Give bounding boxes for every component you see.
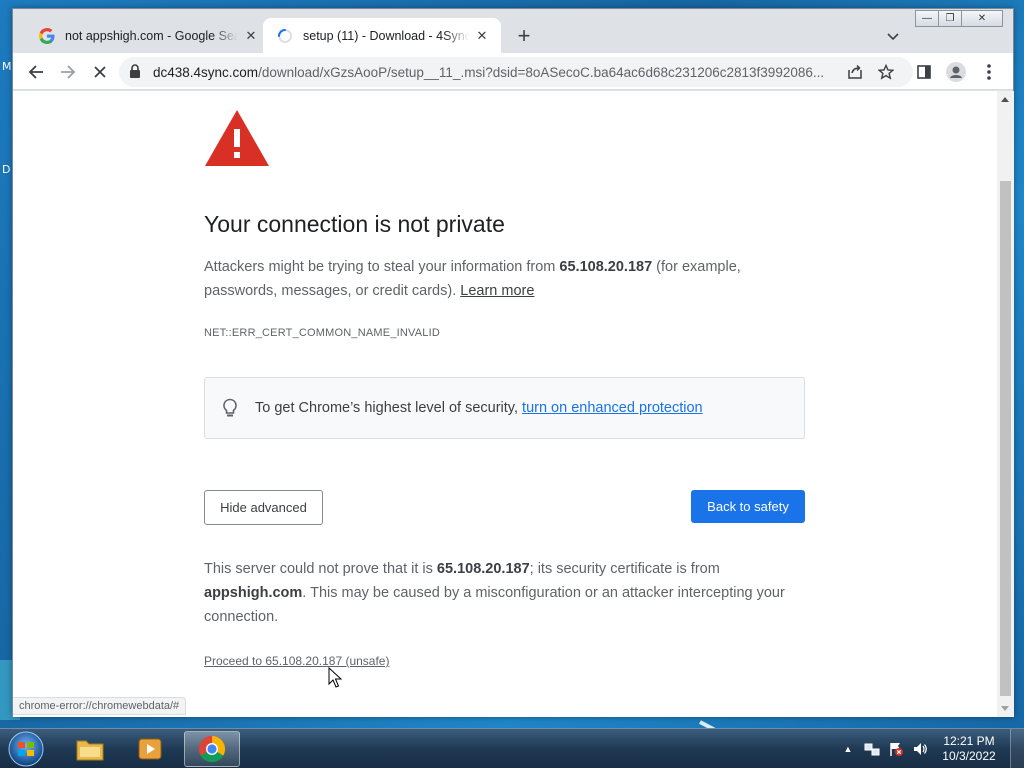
back-arrow-icon[interactable]: [23, 59, 49, 85]
bookmark-star-icon[interactable]: [876, 62, 896, 82]
show-hidden-icons-arrow[interactable]: ▲: [838, 739, 858, 759]
tab-close-icon[interactable]: ✕: [242, 27, 260, 45]
system-clock[interactable]: 12:21 PM 10/3/2022: [932, 734, 1006, 764]
page-title: Your connection is not private: [204, 211, 505, 237]
taskbar-media-player[interactable]: [122, 731, 178, 767]
intro-text: Attackers might be trying to steal your …: [204, 259, 560, 275]
lock-icon[interactable]: [129, 64, 143, 80]
vertical-scrollbar[interactable]: [997, 91, 1014, 717]
url-text: dc438.4sync.com/download/xGzsAooP/setup_…: [153, 65, 833, 80]
details-text: ; its security certificate is from: [529, 561, 720, 577]
scroll-up-arrow-icon[interactable]: [1001, 97, 1009, 102]
tab-title: setup (11) - Download - 4Sync - Share: [303, 28, 469, 43]
desktop-icon-label-m: M: [2, 60, 12, 73]
tab-4sync-download[interactable]: setup (11) - Download - 4Sync - Share ✕: [263, 18, 501, 53]
enhanced-protection-text: To get Chrome’s highest level of securit…: [255, 400, 703, 416]
show-desktop-button[interactable]: [1010, 729, 1024, 768]
menu-kebab-icon[interactable]: [976, 59, 1002, 85]
media-player-icon: [138, 738, 162, 760]
taskbar: ▲ 12:21 PM 10/3/2022: [0, 728, 1024, 768]
status-bubble: chrome-error://chromewebdata/#: [13, 697, 187, 715]
window-controls: — ❐ ✕: [915, 10, 1003, 28]
profile-avatar-icon[interactable]: [943, 59, 969, 85]
scrollbar-thumb[interactable]: [1000, 181, 1011, 696]
tab-title: not appshigh.com - Google Search: [65, 28, 238, 43]
url-host: dc438.4sync.com: [153, 64, 259, 80]
enhanced-protection-link[interactable]: turn on enhanced protection: [522, 400, 703, 416]
advanced-details: This server could not prove that it is 6…: [204, 557, 804, 629]
page-content: Your connection is not private Attackers…: [13, 91, 997, 717]
start-button[interactable]: [6, 730, 46, 768]
network-icon[interactable]: [862, 739, 882, 759]
intro-host: 65.108.20.187: [559, 259, 653, 275]
browser-window: not appshigh.com - Google Search ✕ setup…: [12, 8, 1014, 717]
chrome-icon: [198, 735, 226, 763]
action-center-flag-icon[interactable]: [886, 739, 906, 759]
tab-search-chevron-icon[interactable]: [883, 27, 903, 47]
tab-google-search[interactable]: not appshigh.com - Google Search ✕: [25, 18, 271, 53]
maximize-button[interactable]: ❐: [938, 10, 962, 27]
details-host: 65.108.20.187: [436, 561, 530, 577]
details-text: This server could not prove that it is: [204, 561, 437, 577]
loading-spinner-icon: [277, 28, 293, 44]
learn-more-link[interactable]: Learn more: [460, 283, 534, 299]
warning-description: Attackers might be trying to steal your …: [204, 255, 804, 303]
side-panel-icon[interactable]: [911, 59, 937, 85]
system-tray: ▲ 12:21 PM 10/3/2022: [836, 729, 1024, 768]
browser-toolbar: dc438.4sync.com/download/xGzsAooP/setup_…: [13, 53, 1013, 90]
desktop-icon-label-d: D: [2, 163, 11, 176]
warning-triangle-icon: [205, 110, 269, 166]
tab-close-icon[interactable]: ✕: [473, 27, 491, 45]
hide-advanced-button[interactable]: Hide advanced: [204, 490, 323, 525]
forward-arrow-icon[interactable]: [55, 59, 81, 85]
minimize-button[interactable]: —: [915, 10, 939, 27]
lightbulb-icon: [223, 398, 237, 417]
details-issuer: appshigh.com: [204, 585, 303, 601]
window-close-button[interactable]: ✕: [961, 10, 1003, 27]
error-code: NET::ERR_CERT_COMMON_NAME_INVALID: [204, 327, 441, 339]
clock-date: 10/3/2022: [942, 749, 996, 763]
share-icon[interactable]: [845, 62, 865, 82]
taskbar-file-explorer[interactable]: [62, 731, 118, 767]
enhanced-protection-box: To get Chrome’s highest level of securit…: [204, 377, 805, 439]
mouse-cursor-icon: [328, 667, 342, 688]
google-icon: [39, 27, 55, 44]
clock-time: 12:21 PM: [943, 734, 995, 748]
folder-icon: [76, 740, 104, 761]
tab-strip: not appshigh.com - Google Search ✕ setup…: [13, 9, 1013, 53]
address-bar[interactable]: dc438.4sync.com/download/xGzsAooP/setup_…: [119, 57, 913, 87]
back-to-safety-button[interactable]: Back to safety: [691, 490, 805, 523]
url-path: /download/xGzsAooP/setup__11_.msi?dsid=8…: [258, 64, 825, 80]
enhanced-text: To get Chrome’s highest level of securit…: [255, 400, 523, 416]
new-tab-button[interactable]: +: [512, 24, 536, 48]
taskbar-chrome[interactable]: [184, 731, 240, 767]
stop-loading-icon[interactable]: [87, 59, 113, 85]
scroll-down-arrow-icon[interactable]: [1001, 706, 1009, 711]
proceed-unsafe-link[interactable]: Proceed to 65.108.20.187 (unsafe): [204, 654, 389, 668]
volume-icon[interactable]: [910, 739, 930, 759]
